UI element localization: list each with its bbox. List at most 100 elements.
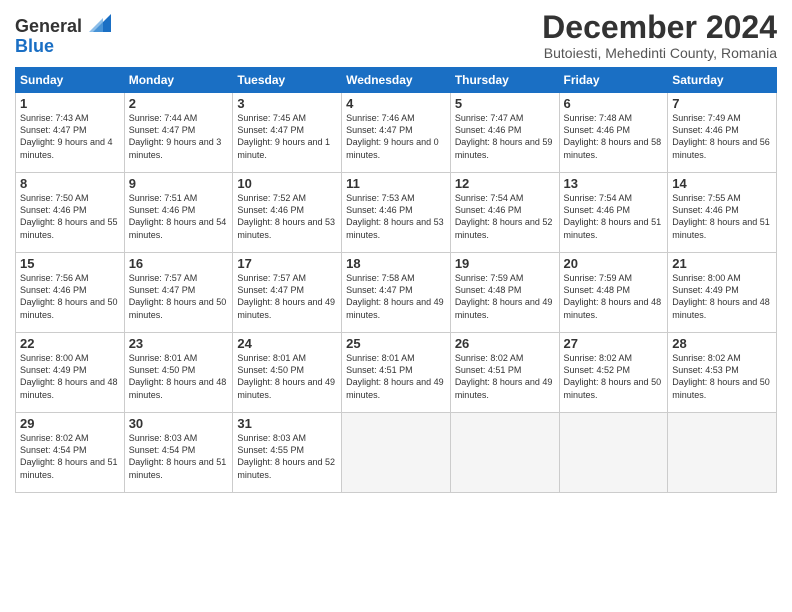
day-number: 11 <box>346 176 446 191</box>
calendar-cell: 31Sunrise: 8:03 AMSunset: 4:55 PMDayligh… <box>233 413 342 493</box>
day-info: Sunrise: 8:00 AMSunset: 4:49 PMDaylight:… <box>672 272 772 321</box>
day-info: Sunrise: 7:47 AMSunset: 4:46 PMDaylight:… <box>455 112 555 161</box>
day-info: Sunrise: 7:48 AMSunset: 4:46 PMDaylight:… <box>564 112 664 161</box>
day-info: Sunrise: 7:58 AMSunset: 4:47 PMDaylight:… <box>346 272 446 321</box>
logo-general-text: General <box>15 16 82 36</box>
calendar-cell <box>450 413 559 493</box>
day-number: 7 <box>672 96 772 111</box>
day-number: 27 <box>564 336 664 351</box>
day-info: Sunrise: 8:02 AMSunset: 4:51 PMDaylight:… <box>455 352 555 401</box>
page-container: General Blue December 2024 Butoiesti, Me… <box>0 0 792 498</box>
day-number: 4 <box>346 96 446 111</box>
calendar-cell: 19Sunrise: 7:59 AMSunset: 4:48 PMDayligh… <box>450 253 559 333</box>
col-header-wednesday: Wednesday <box>342 68 451 93</box>
day-info: Sunrise: 7:45 AMSunset: 4:47 PMDaylight:… <box>237 112 337 161</box>
day-info: Sunrise: 8:03 AMSunset: 4:55 PMDaylight:… <box>237 432 337 481</box>
day-info: Sunrise: 8:02 AMSunset: 4:54 PMDaylight:… <box>20 432 120 481</box>
day-number: 9 <box>129 176 229 191</box>
col-header-tuesday: Tuesday <box>233 68 342 93</box>
calendar-cell: 24Sunrise: 8:01 AMSunset: 4:50 PMDayligh… <box>233 333 342 413</box>
col-header-monday: Monday <box>124 68 233 93</box>
day-info: Sunrise: 7:57 AMSunset: 4:47 PMDaylight:… <box>237 272 337 321</box>
calendar-cell: 6Sunrise: 7:48 AMSunset: 4:46 PMDaylight… <box>559 93 668 173</box>
day-number: 24 <box>237 336 337 351</box>
day-number: 13 <box>564 176 664 191</box>
day-info: Sunrise: 7:46 AMSunset: 4:47 PMDaylight:… <box>346 112 446 161</box>
col-header-friday: Friday <box>559 68 668 93</box>
day-number: 8 <box>20 176 120 191</box>
day-info: Sunrise: 8:02 AMSunset: 4:52 PMDaylight:… <box>564 352 664 401</box>
logo-blue-text: Blue <box>15 37 54 55</box>
day-number: 18 <box>346 256 446 271</box>
day-number: 25 <box>346 336 446 351</box>
logo: General Blue <box>15 14 111 55</box>
day-number: 21 <box>672 256 772 271</box>
calendar-cell: 15Sunrise: 7:56 AMSunset: 4:46 PMDayligh… <box>16 253 125 333</box>
calendar-cell: 28Sunrise: 8:02 AMSunset: 4:53 PMDayligh… <box>668 333 777 413</box>
day-info: Sunrise: 8:02 AMSunset: 4:53 PMDaylight:… <box>672 352 772 401</box>
calendar-cell: 12Sunrise: 7:54 AMSunset: 4:46 PMDayligh… <box>450 173 559 253</box>
day-number: 1 <box>20 96 120 111</box>
day-info: Sunrise: 8:00 AMSunset: 4:49 PMDaylight:… <box>20 352 120 401</box>
day-number: 3 <box>237 96 337 111</box>
month-title: December 2024 <box>542 10 777 45</box>
calendar-cell: 29Sunrise: 8:02 AMSunset: 4:54 PMDayligh… <box>16 413 125 493</box>
calendar-week-1: 1Sunrise: 7:43 AMSunset: 4:47 PMDaylight… <box>16 93 777 173</box>
col-header-thursday: Thursday <box>450 68 559 93</box>
day-number: 5 <box>455 96 555 111</box>
day-info: Sunrise: 7:59 AMSunset: 4:48 PMDaylight:… <box>564 272 664 321</box>
calendar-cell: 11Sunrise: 7:53 AMSunset: 4:46 PMDayligh… <box>342 173 451 253</box>
day-number: 22 <box>20 336 120 351</box>
calendar-cell: 4Sunrise: 7:46 AMSunset: 4:47 PMDaylight… <box>342 93 451 173</box>
col-header-saturday: Saturday <box>668 68 777 93</box>
day-info: Sunrise: 7:59 AMSunset: 4:48 PMDaylight:… <box>455 272 555 321</box>
calendar-cell: 26Sunrise: 8:02 AMSunset: 4:51 PMDayligh… <box>450 333 559 413</box>
calendar-cell: 1Sunrise: 7:43 AMSunset: 4:47 PMDaylight… <box>16 93 125 173</box>
calendar-cell: 23Sunrise: 8:01 AMSunset: 4:50 PMDayligh… <box>124 333 233 413</box>
calendar-cell: 13Sunrise: 7:54 AMSunset: 4:46 PMDayligh… <box>559 173 668 253</box>
day-number: 30 <box>129 416 229 431</box>
calendar-cell: 7Sunrise: 7:49 AMSunset: 4:46 PMDaylight… <box>668 93 777 173</box>
header: General Blue December 2024 Butoiesti, Me… <box>15 10 777 61</box>
calendar-cell: 8Sunrise: 7:50 AMSunset: 4:46 PMDaylight… <box>16 173 125 253</box>
calendar-cell: 18Sunrise: 7:58 AMSunset: 4:47 PMDayligh… <box>342 253 451 333</box>
calendar-week-5: 29Sunrise: 8:02 AMSunset: 4:54 PMDayligh… <box>16 413 777 493</box>
day-number: 23 <box>129 336 229 351</box>
day-number: 6 <box>564 96 664 111</box>
day-number: 20 <box>564 256 664 271</box>
calendar-cell: 27Sunrise: 8:02 AMSunset: 4:52 PMDayligh… <box>559 333 668 413</box>
day-number: 28 <box>672 336 772 351</box>
logo-icon <box>89 14 111 32</box>
day-number: 15 <box>20 256 120 271</box>
day-info: Sunrise: 7:51 AMSunset: 4:46 PMDaylight:… <box>129 192 229 241</box>
calendar-week-4: 22Sunrise: 8:00 AMSunset: 4:49 PMDayligh… <box>16 333 777 413</box>
calendar-cell: 5Sunrise: 7:47 AMSunset: 4:46 PMDaylight… <box>450 93 559 173</box>
day-info: Sunrise: 7:44 AMSunset: 4:47 PMDaylight:… <box>129 112 229 161</box>
calendar-header-row: SundayMondayTuesdayWednesdayThursdayFrid… <box>16 68 777 93</box>
day-number: 17 <box>237 256 337 271</box>
calendar-cell: 25Sunrise: 8:01 AMSunset: 4:51 PMDayligh… <box>342 333 451 413</box>
calendar-cell: 9Sunrise: 7:51 AMSunset: 4:46 PMDaylight… <box>124 173 233 253</box>
day-info: Sunrise: 7:54 AMSunset: 4:46 PMDaylight:… <box>455 192 555 241</box>
calendar-cell: 2Sunrise: 7:44 AMSunset: 4:47 PMDaylight… <box>124 93 233 173</box>
day-number: 31 <box>237 416 337 431</box>
day-number: 29 <box>20 416 120 431</box>
calendar-cell: 14Sunrise: 7:55 AMSunset: 4:46 PMDayligh… <box>668 173 777 253</box>
calendar-table: SundayMondayTuesdayWednesdayThursdayFrid… <box>15 67 777 493</box>
day-info: Sunrise: 7:56 AMSunset: 4:46 PMDaylight:… <box>20 272 120 321</box>
day-info: Sunrise: 7:50 AMSunset: 4:46 PMDaylight:… <box>20 192 120 241</box>
day-number: 19 <box>455 256 555 271</box>
calendar-cell <box>342 413 451 493</box>
calendar-cell <box>559 413 668 493</box>
day-number: 2 <box>129 96 229 111</box>
day-info: Sunrise: 7:57 AMSunset: 4:47 PMDaylight:… <box>129 272 229 321</box>
day-number: 26 <box>455 336 555 351</box>
calendar-cell: 21Sunrise: 8:00 AMSunset: 4:49 PMDayligh… <box>668 253 777 333</box>
day-number: 12 <box>455 176 555 191</box>
title-block: December 2024 Butoiesti, Mehedinti Count… <box>542 10 777 61</box>
day-info: Sunrise: 7:43 AMSunset: 4:47 PMDaylight:… <box>20 112 120 161</box>
day-info: Sunrise: 8:01 AMSunset: 4:51 PMDaylight:… <box>346 352 446 401</box>
day-number: 16 <box>129 256 229 271</box>
day-number: 10 <box>237 176 337 191</box>
day-info: Sunrise: 7:54 AMSunset: 4:46 PMDaylight:… <box>564 192 664 241</box>
